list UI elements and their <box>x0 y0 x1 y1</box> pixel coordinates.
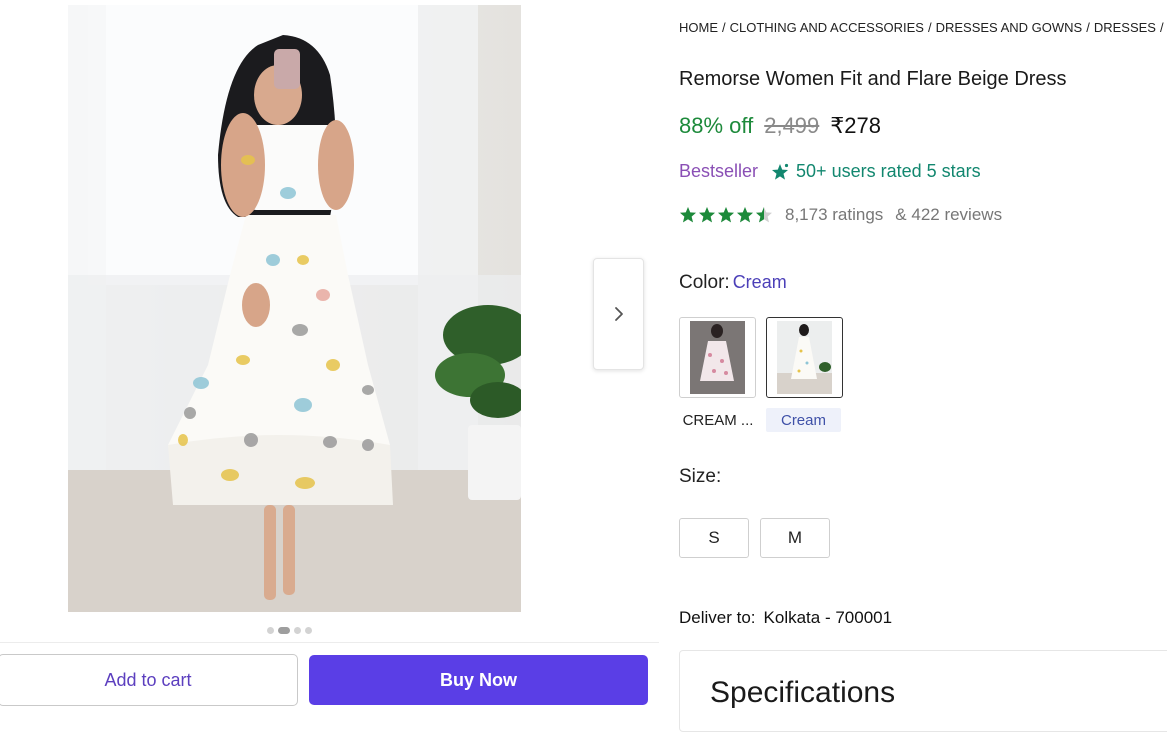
star-icon <box>718 207 734 223</box>
product-title: Remorse Women Fit and Flare Beige Dress <box>679 68 1067 90</box>
discount-percent: 88% off <box>679 113 754 138</box>
star-icon <box>756 207 772 223</box>
rated-badge-text: 50+ users rated 5 stars <box>796 161 981 181</box>
pagination-dot[interactable] <box>305 627 312 634</box>
color-label: Color: Cream <box>679 272 787 294</box>
price-row: 88% off 2,499 ₹278 <box>679 113 881 139</box>
size-option-s[interactable]: S <box>679 518 749 558</box>
delivery-location: Kolkata - 700001 <box>763 608 893 627</box>
size-option-m[interactable]: M <box>760 518 830 558</box>
star-icon <box>737 207 753 223</box>
breadcrumb-separator: / <box>722 20 726 35</box>
next-image-button[interactable] <box>593 258 644 370</box>
pagination-dot[interactable] <box>267 627 274 634</box>
breadcrumb-item[interactable]: CLOTHING AND ACCESSORIES <box>730 20 924 35</box>
product-photo <box>68 5 521 612</box>
star-icon <box>699 207 715 223</box>
rating-count: 8,173 ratings <box>785 205 884 224</box>
pagination-dot[interactable] <box>278 627 290 634</box>
breadcrumb-item[interactable]: DRESSES <box>1094 20 1156 35</box>
rating-stars <box>679 206 773 224</box>
size-label: Size: <box>679 466 722 487</box>
chevron-right-icon <box>614 307 623 321</box>
breadcrumb-item[interactable]: DRESSES AND GOWNS <box>936 20 1083 35</box>
product-image[interactable] <box>68 5 521 612</box>
color-swatch-cream-variant[interactable] <box>679 317 756 398</box>
badge-row: Bestseller 50+ users rated 5 stars <box>679 161 981 182</box>
rated-badge: 50+ users rated 5 stars <box>770 161 981 182</box>
pagination-dot[interactable] <box>294 627 301 634</box>
color-swatch-cream[interactable] <box>766 317 843 398</box>
breadcrumb-separator: / <box>1159 20 1164 35</box>
rating-row[interactable]: 8,173 ratings & 422 reviews <box>679 205 1002 225</box>
breadcrumb-separator: / <box>1086 20 1090 35</box>
specifications-heading: Specifications <box>710 676 896 709</box>
breadcrumb: HOME / CLOTHING AND ACCESSORIES / DRESSES AN… <box>679 20 1167 35</box>
original-price: 2,499 <box>764 113 820 138</box>
breadcrumb-separator: / <box>927 20 932 35</box>
delivery-row[interactable]: Deliver to: Kolkata - 700001 <box>679 608 892 628</box>
review-count: & 422 reviews <box>895 205 1003 224</box>
swatch-thumbnail <box>690 321 745 394</box>
color-option-label: CREAM ... <box>682 411 754 429</box>
sparkle-star-icon <box>772 163 789 180</box>
selling-price: ₹278 <box>830 113 881 138</box>
deliver-to-label: Deliver to: <box>679 608 756 627</box>
selected-color-value: Cream <box>732 272 787 292</box>
image-pagination-dots <box>267 627 312 634</box>
color-option-label: Cream <box>766 408 841 432</box>
color-label-text: Color: <box>679 272 730 293</box>
swatch-thumbnail <box>777 321 832 394</box>
buy-now-button[interactable]: Buy Now <box>309 655 648 705</box>
star-icon <box>680 207 696 223</box>
add-to-cart-button[interactable]: Add to cart <box>0 654 298 706</box>
breadcrumb-item[interactable]: HOME <box>679 20 718 35</box>
bestseller-badge: Bestseller <box>679 161 759 181</box>
